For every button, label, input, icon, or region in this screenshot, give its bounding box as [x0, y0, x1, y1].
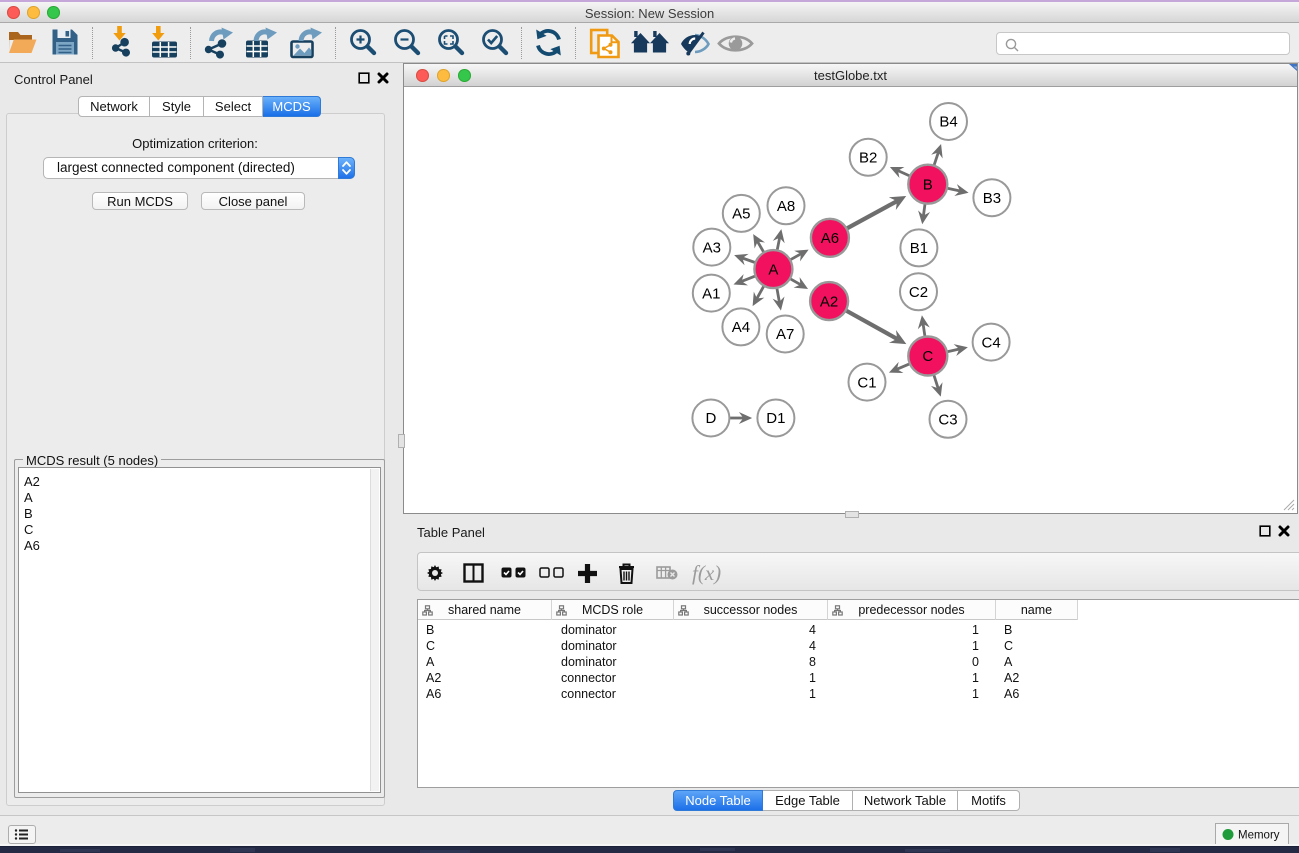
svg-text:A6: A6 [821, 230, 839, 247]
svg-text:A2: A2 [820, 293, 838, 310]
svg-text:C2: C2 [909, 284, 928, 301]
svg-text:A1: A1 [702, 285, 720, 302]
svg-text:B1: B1 [910, 240, 928, 257]
svg-text:f(x): f(x) [692, 561, 721, 585]
svg-text:A4: A4 [732, 319, 750, 336]
svg-text:A3: A3 [703, 239, 721, 256]
svg-text:Memory: Memory [1238, 830, 1280, 842]
svg-text:B: B [923, 176, 933, 193]
svg-text:A8: A8 [777, 198, 795, 215]
svg-text:B2: B2 [859, 149, 877, 166]
svg-text:A5: A5 [732, 206, 750, 223]
svg-text:B4: B4 [939, 114, 957, 131]
svg-text:A7: A7 [776, 326, 794, 343]
svg-text:B3: B3 [983, 190, 1001, 207]
svg-text:C: C [922, 348, 933, 365]
svg-text:D: D [705, 410, 716, 427]
svg-text:C4: C4 [982, 334, 1001, 351]
svg-text:A: A [768, 261, 778, 278]
svg-text:C3: C3 [938, 412, 957, 429]
svg-text:D1: D1 [766, 410, 785, 427]
svg-text:C1: C1 [857, 374, 876, 391]
